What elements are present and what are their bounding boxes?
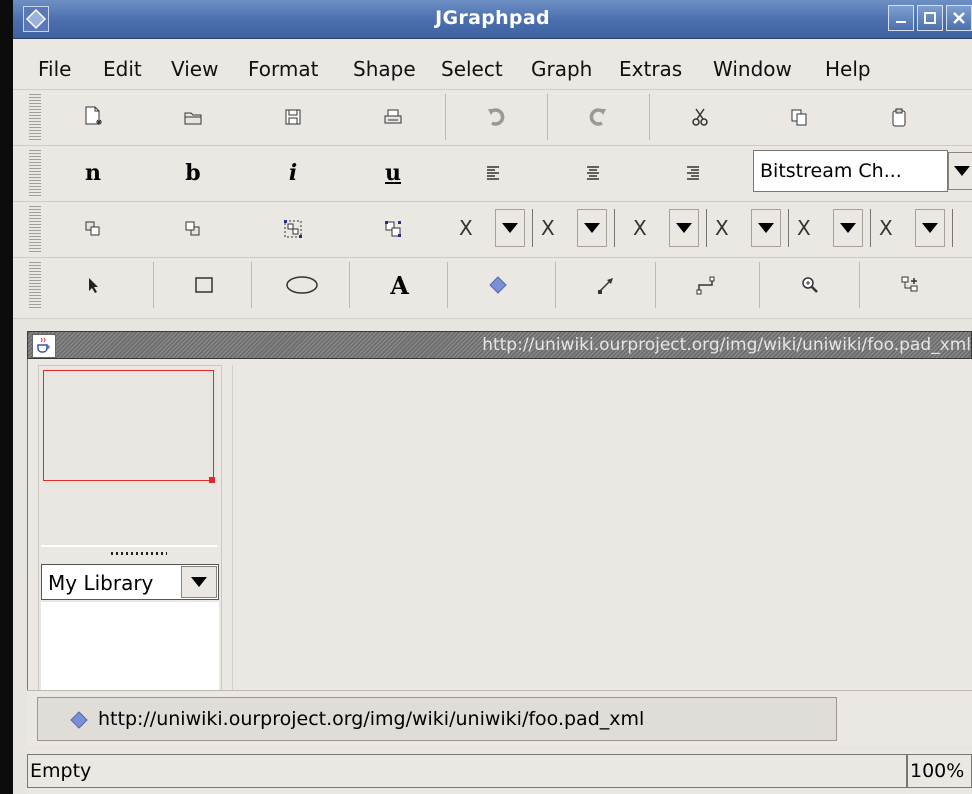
diamond-icon xyxy=(70,711,88,734)
ungroup-icon[interactable] xyxy=(343,206,443,252)
orthogonal-edge-icon[interactable] xyxy=(655,262,755,308)
insert-graph-icon[interactable] xyxy=(859,262,959,308)
minimize-button[interactable] xyxy=(888,5,914,31)
toolbar-grip[interactable] xyxy=(29,150,41,197)
line-style-selector-5[interactable]: X xyxy=(793,209,875,247)
menu-format[interactable]: Format xyxy=(248,57,318,81)
bold-button[interactable]: b xyxy=(143,150,243,196)
to-front-icon[interactable] xyxy=(43,206,143,252)
cut-icon[interactable] xyxy=(649,94,749,140)
navigator-panel: My Library xyxy=(38,365,222,692)
document-tab-strip: http://uniwiki.ourproject.org/img/wiki/u… xyxy=(27,690,972,747)
line-style-dropdown-2[interactable] xyxy=(577,209,607,247)
line-style-dropdown-3[interactable] xyxy=(669,209,699,247)
application-window: JGraphpad File Edit View Format Shape Se… xyxy=(13,0,972,794)
document-frame-title: http://uniwiki.ourproject.org/img/wiki/u… xyxy=(482,335,971,355)
toolbar-grip[interactable] xyxy=(29,262,41,309)
edge-icon[interactable] xyxy=(555,262,655,308)
line-style-selector-4[interactable]: X xyxy=(711,209,793,247)
document-tab-label: http://uniwiki.ourproject.org/img/wiki/u… xyxy=(98,708,645,730)
tools-toolbar: A xyxy=(13,258,972,319)
text-icon[interactable]: A xyxy=(349,262,449,308)
document-frame-titlebar[interactable]: http://uniwiki.ourproject.org/img/wiki/u… xyxy=(27,331,972,359)
file-toolbar xyxy=(13,90,972,146)
line-style-dropdown-4[interactable] xyxy=(751,209,781,247)
menu-select[interactable]: Select xyxy=(441,57,503,81)
maximize-button[interactable] xyxy=(917,5,943,31)
font-family-combo[interactable]: Bitstream Ch... xyxy=(753,150,948,192)
library-selected: My Library xyxy=(48,571,154,595)
graph-overview[interactable] xyxy=(41,368,217,547)
redo-icon[interactable] xyxy=(547,94,647,140)
align-right-icon[interactable] xyxy=(643,150,743,196)
underline-button[interactable]: u xyxy=(343,150,443,196)
menu-extras[interactable]: Extras xyxy=(619,57,682,81)
line-style-dropdown-5[interactable] xyxy=(833,209,863,247)
title-bar[interactable]: JGraphpad xyxy=(13,0,972,39)
line-style-selector-2[interactable]: X xyxy=(537,209,619,247)
menu-view[interactable]: View xyxy=(171,57,218,81)
document-tab[interactable]: http://uniwiki.ourproject.org/img/wiki/u… xyxy=(37,697,837,741)
toolbar-grip[interactable] xyxy=(29,206,41,253)
viewport-rectangle[interactable] xyxy=(43,370,214,481)
to-back-icon[interactable] xyxy=(143,206,243,252)
window-title: JGraphpad xyxy=(435,7,550,29)
close-button[interactable] xyxy=(946,5,972,31)
arrange-toolbar: X X X X X X xyxy=(13,202,972,258)
zoom-icon[interactable] xyxy=(759,262,859,308)
group-icon[interactable] xyxy=(243,206,343,252)
open-folder-icon[interactable] xyxy=(143,94,243,140)
copy-icon[interactable] xyxy=(749,94,849,140)
status-message: Empty xyxy=(27,754,907,788)
splitter-handle[interactable] xyxy=(111,552,167,555)
library-combo[interactable]: My Library xyxy=(41,564,219,600)
java-cup-icon[interactable] xyxy=(32,334,56,358)
menu-edit[interactable]: Edit xyxy=(103,57,142,81)
line-style-value-3: X xyxy=(633,216,647,240)
line-style-selector-1[interactable]: X xyxy=(455,209,537,247)
rectangle-icon[interactable] xyxy=(153,262,253,308)
align-center-icon[interactable] xyxy=(543,150,643,196)
ellipse-icon[interactable] xyxy=(251,262,351,308)
menu-graph[interactable]: Graph xyxy=(531,57,592,81)
line-style-value-6: X xyxy=(879,216,893,240)
menu-window[interactable]: Window xyxy=(713,57,792,81)
select-arrow-icon[interactable] xyxy=(43,262,143,308)
menu-file[interactable]: File xyxy=(38,57,71,81)
print-icon[interactable] xyxy=(343,94,443,140)
document-content: My Library xyxy=(27,359,972,692)
line-style-value-5: X xyxy=(797,216,811,240)
line-style-dropdown-1[interactable] xyxy=(495,209,525,247)
line-style-selector-6[interactable]: X xyxy=(875,209,957,247)
library-list[interactable] xyxy=(41,602,219,691)
line-style-dropdown-6[interactable] xyxy=(915,209,945,247)
align-left-icon[interactable] xyxy=(443,150,543,196)
save-disk-icon[interactable] xyxy=(243,94,343,140)
paste-icon[interactable] xyxy=(849,94,949,140)
font-family-value: Bitstream Ch... xyxy=(760,160,902,182)
font-family-dropdown-button[interactable] xyxy=(948,152,972,190)
line-style-value-4: X xyxy=(715,216,729,240)
toolbar-grip[interactable] xyxy=(29,94,41,141)
new-document-icon[interactable] xyxy=(43,94,143,140)
graph-canvas[interactable] xyxy=(232,365,972,690)
italic-button[interactable]: i xyxy=(243,150,343,196)
diamond-icon[interactable] xyxy=(447,262,547,308)
line-style-selector-3[interactable]: X xyxy=(629,209,711,247)
undo-icon[interactable] xyxy=(445,94,545,140)
viewport-resize-handle[interactable] xyxy=(209,477,215,483)
format-toolbar: n b i u Bitstream Ch... xyxy=(13,146,972,202)
menu-help[interactable]: Help xyxy=(825,57,871,81)
normal-text-button[interactable]: n xyxy=(43,150,143,196)
menu-shape[interactable]: Shape xyxy=(353,57,416,81)
line-style-value-2: X xyxy=(541,216,555,240)
status-bar: Empty 100% xyxy=(27,750,972,794)
line-style-value-1: X xyxy=(459,216,473,240)
zoom-level: 100% xyxy=(907,754,972,788)
menu-bar: File Edit View Format Shape Select Graph… xyxy=(13,39,972,90)
library-dropdown-button[interactable] xyxy=(181,566,217,598)
